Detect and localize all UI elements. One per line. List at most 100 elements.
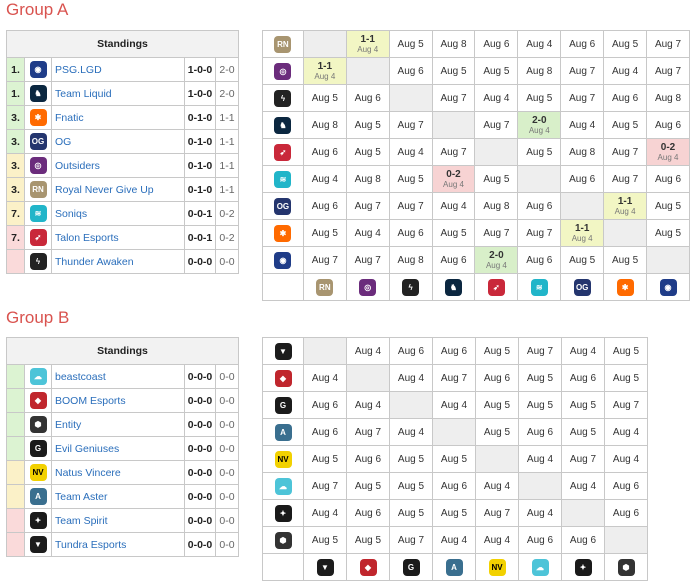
match-date-cell[interactable]: Aug 4 [431,192,476,220]
match-date-cell[interactable]: Aug 7 [475,499,519,527]
match-date-cell[interactable]: Aug 6 [303,391,347,419]
match-date-cell[interactable]: Aug 6 [517,192,562,220]
match-date-cell[interactable]: Aug 5 [431,219,476,247]
match-date-cell[interactable]: Aug 7 [345,246,390,274]
match-date-cell[interactable]: Aug 5 [475,391,519,419]
match-date-cell[interactable]: Aug 6 [561,364,605,392]
match-date-cell[interactable]: Aug 5 [474,57,519,85]
match-date-cell[interactable]: Aug 5 [431,57,476,85]
match-date-cell[interactable]: Aug 8 [560,138,605,166]
match-date-cell[interactable]: Aug 4 [561,337,605,365]
match-result-cell[interactable]: 2-0 Aug 4 [474,246,519,274]
match-date-cell[interactable]: Aug 6 [302,138,347,166]
match-date-cell[interactable]: Aug 7 [388,192,433,220]
match-date-cell[interactable]: Aug 7 [388,111,433,139]
match-date-cell[interactable]: Aug 8 [517,57,562,85]
match-result-cell[interactable]: 1-1 Aug 4 [302,57,347,85]
match-date-cell[interactable]: Aug 6 [303,418,347,446]
match-date-cell[interactable]: Aug 5 [346,472,390,500]
match-date-cell[interactable]: Aug 6 [345,84,390,112]
match-result-cell[interactable]: 2-0 Aug 4 [517,111,562,139]
match-date-cell[interactable]: Aug 5 [604,364,648,392]
match-date-cell[interactable]: Aug 4 [389,418,433,446]
match-date-cell[interactable]: Aug 8 [474,192,519,220]
match-date-cell[interactable]: Aug 6 [518,526,562,554]
match-date-cell[interactable]: Aug 6 [646,111,690,139]
team-name-link[interactable]: Thunder Awaken [51,249,185,274]
match-date-cell[interactable]: Aug 7 [604,391,648,419]
match-date-cell[interactable]: Aug 4 [604,445,648,473]
match-date-cell[interactable]: Aug 4 [475,472,519,500]
match-date-cell[interactable]: Aug 7 [346,418,390,446]
match-date-cell[interactable]: Aug 5 [561,391,605,419]
match-date-cell[interactable]: Aug 5 [389,472,433,500]
match-date-cell[interactable]: Aug 5 [475,418,519,446]
match-date-cell[interactable]: Aug 5 [646,192,690,220]
match-date-cell[interactable]: Aug 5 [389,445,433,473]
match-date-cell[interactable]: Aug 8 [345,165,390,193]
team-name-link[interactable]: PSG.LGD [51,57,185,82]
team-name-link[interactable]: Fnatic [51,105,185,130]
match-date-cell[interactable]: Aug 5 [518,364,562,392]
match-date-cell[interactable]: Aug 7 [431,138,476,166]
match-date-cell[interactable]: Aug 5 [388,30,433,58]
match-date-cell[interactable]: Aug 5 [518,391,562,419]
match-date-cell[interactable]: Aug 8 [646,84,690,112]
match-date-cell[interactable]: Aug 5 [388,165,433,193]
match-date-cell[interactable]: Aug 7 [389,526,433,554]
match-date-cell[interactable]: Aug 5 [517,138,562,166]
match-date-cell[interactable]: Aug 4 [561,472,605,500]
match-date-cell[interactable]: Aug 4 [303,364,347,392]
match-date-cell[interactable]: Aug 5 [345,138,390,166]
team-name-link[interactable]: Royal Never Give Up [51,177,185,202]
team-name-link[interactable]: Tundra Esports [51,532,185,557]
match-date-cell[interactable]: Aug 7 [603,165,648,193]
match-result-cell[interactable]: 1-1 Aug 4 [560,219,605,247]
match-date-cell[interactable]: Aug 4 [303,499,347,527]
team-name-link[interactable]: Team Spirit [51,508,185,533]
team-name-link[interactable]: BOOM Esports [51,388,185,413]
match-date-cell[interactable]: Aug 4 [388,138,433,166]
match-date-cell[interactable]: Aug 5 [346,526,390,554]
match-date-cell[interactable]: Aug 7 [518,337,562,365]
match-date-cell[interactable]: Aug 6 [560,165,605,193]
match-date-cell[interactable]: Aug 6 [560,30,605,58]
match-date-cell[interactable]: Aug 7 [517,219,562,247]
match-date-cell[interactable]: Aug 4 [432,526,476,554]
match-date-cell[interactable]: Aug 4 [346,337,390,365]
match-date-cell[interactable]: Aug 4 [475,526,519,554]
match-date-cell[interactable]: Aug 6 [604,499,648,527]
match-date-cell[interactable]: Aug 4 [518,499,562,527]
match-date-cell[interactable]: Aug 6 [346,499,390,527]
match-date-cell[interactable]: Aug 5 [432,499,476,527]
team-name-link[interactable]: Talon Esports [51,225,185,250]
match-date-cell[interactable]: Aug 4 [302,165,347,193]
team-name-link[interactable]: Team Liquid [51,81,185,106]
match-date-cell[interactable]: Aug 5 [303,526,347,554]
match-date-cell[interactable]: Aug 7 [561,445,605,473]
match-date-cell[interactable]: Aug 4 [518,445,562,473]
match-date-cell[interactable]: Aug 6 [517,246,562,274]
match-date-cell[interactable]: Aug 7 [603,138,648,166]
match-date-cell[interactable]: Aug 6 [302,192,347,220]
match-date-cell[interactable]: Aug 7 [560,57,605,85]
match-date-cell[interactable]: Aug 5 [474,165,519,193]
match-date-cell[interactable]: Aug 5 [303,445,347,473]
match-date-cell[interactable]: Aug 6 [431,246,476,274]
team-name-link[interactable]: Natus Vincere [51,460,185,485]
match-date-cell[interactable]: Aug 4 [474,84,519,112]
match-date-cell[interactable]: Aug 6 [518,418,562,446]
team-name-link[interactable]: Soniqs [51,201,185,226]
match-date-cell[interactable]: Aug 6 [388,219,433,247]
match-date-cell[interactable]: Aug 7 [303,472,347,500]
match-date-cell[interactable]: Aug 7 [431,84,476,112]
match-date-cell[interactable]: Aug 5 [302,84,347,112]
match-date-cell[interactable]: Aug 8 [431,30,476,58]
match-date-cell[interactable]: Aug 5 [345,111,390,139]
match-date-cell[interactable]: Aug 4 [560,111,605,139]
team-name-link[interactable]: Outsiders [51,153,185,178]
match-date-cell[interactable]: Aug 4 [517,30,562,58]
match-date-cell[interactable]: Aug 4 [346,391,390,419]
match-date-cell[interactable]: Aug 4 [603,57,648,85]
match-date-cell[interactable]: Aug 6 [646,165,690,193]
